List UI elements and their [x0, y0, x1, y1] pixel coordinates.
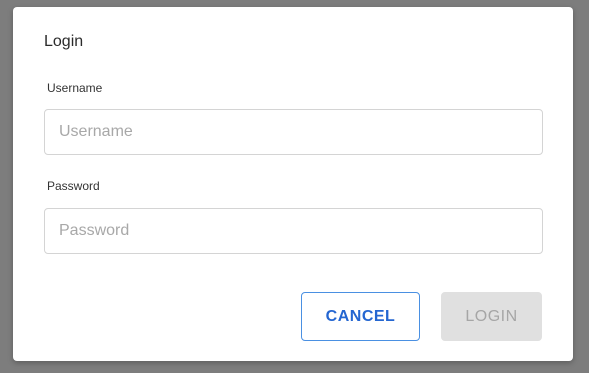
login-dialog: Login Username Password CANCEL LOGIN	[13, 7, 573, 361]
username-input[interactable]	[44, 109, 543, 155]
password-input[interactable]	[44, 208, 543, 254]
login-button[interactable]: LOGIN	[441, 292, 542, 341]
username-label: Username	[47, 81, 103, 95]
dialog-title: Login	[44, 33, 84, 50]
password-label: Password	[47, 179, 100, 193]
cancel-button[interactable]: CANCEL	[301, 292, 420, 341]
